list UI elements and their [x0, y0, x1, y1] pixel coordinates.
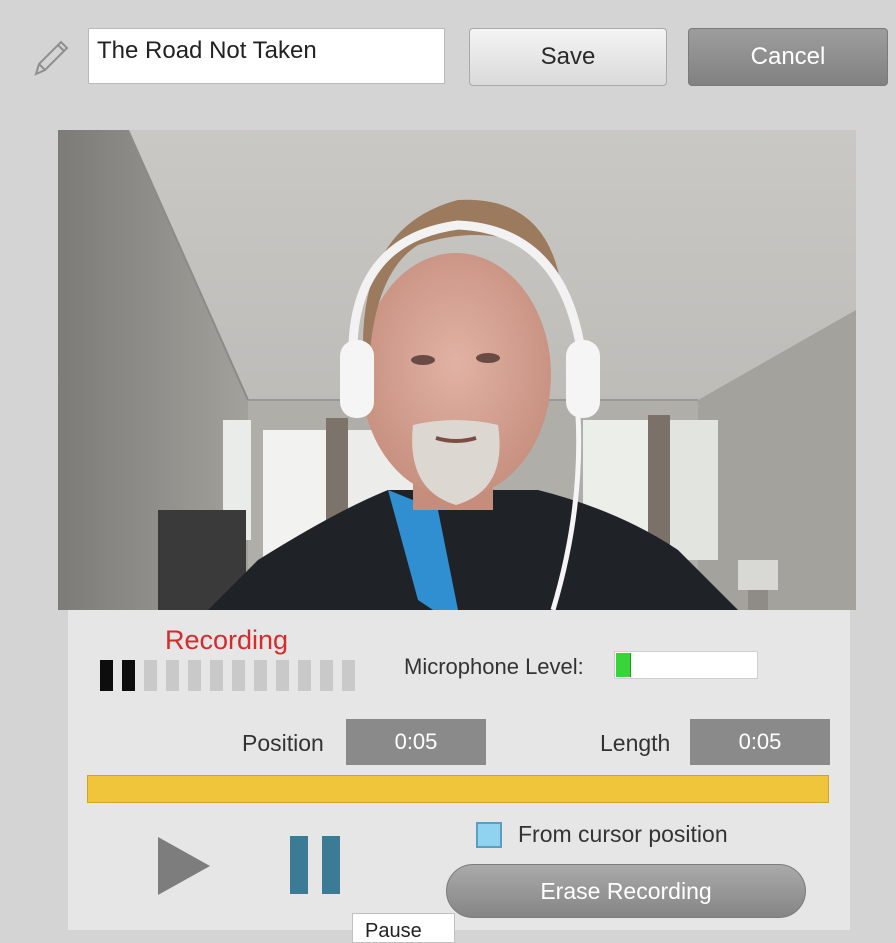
recording-status: Recording	[165, 625, 289, 655]
level-segment-active	[100, 660, 113, 691]
level-segment	[144, 660, 157, 691]
level-segment	[210, 660, 223, 691]
level-segment	[232, 660, 245, 691]
webcam-preview	[58, 130, 856, 610]
level-segment	[254, 660, 267, 691]
pause-icon[interactable]	[288, 836, 346, 894]
play-icon[interactable]	[155, 835, 213, 897]
length-value: 0:05	[690, 719, 830, 765]
microphone-level-label: Microphone Level:	[404, 654, 584, 679]
pause-tooltip: Pause	[352, 913, 455, 943]
webcam-image	[58, 130, 856, 610]
timeline-bar[interactable]	[87, 775, 829, 803]
title-input[interactable]: The Road Not Taken	[88, 28, 445, 84]
from-cursor-checkbox[interactable]	[476, 822, 502, 848]
erase-recording-button[interactable]: Erase Recording	[446, 864, 806, 918]
microphone-level-fill	[616, 653, 631, 677]
from-cursor-label: From cursor position	[518, 821, 728, 847]
level-segment-active	[122, 660, 135, 691]
level-segment	[320, 660, 333, 691]
cancel-button[interactable]: Cancel	[688, 28, 888, 86]
length-label: Length	[600, 730, 671, 756]
level-segment	[298, 660, 311, 691]
position-value: 0:05	[346, 719, 486, 765]
microphone-level-meter	[614, 651, 758, 679]
save-button[interactable]: Save	[469, 28, 667, 86]
position-label: Position	[242, 730, 324, 756]
level-segment	[342, 660, 355, 691]
pencil-icon	[34, 40, 69, 76]
level-segment	[188, 660, 201, 691]
level-segment	[276, 660, 289, 691]
level-segment	[166, 660, 179, 691]
